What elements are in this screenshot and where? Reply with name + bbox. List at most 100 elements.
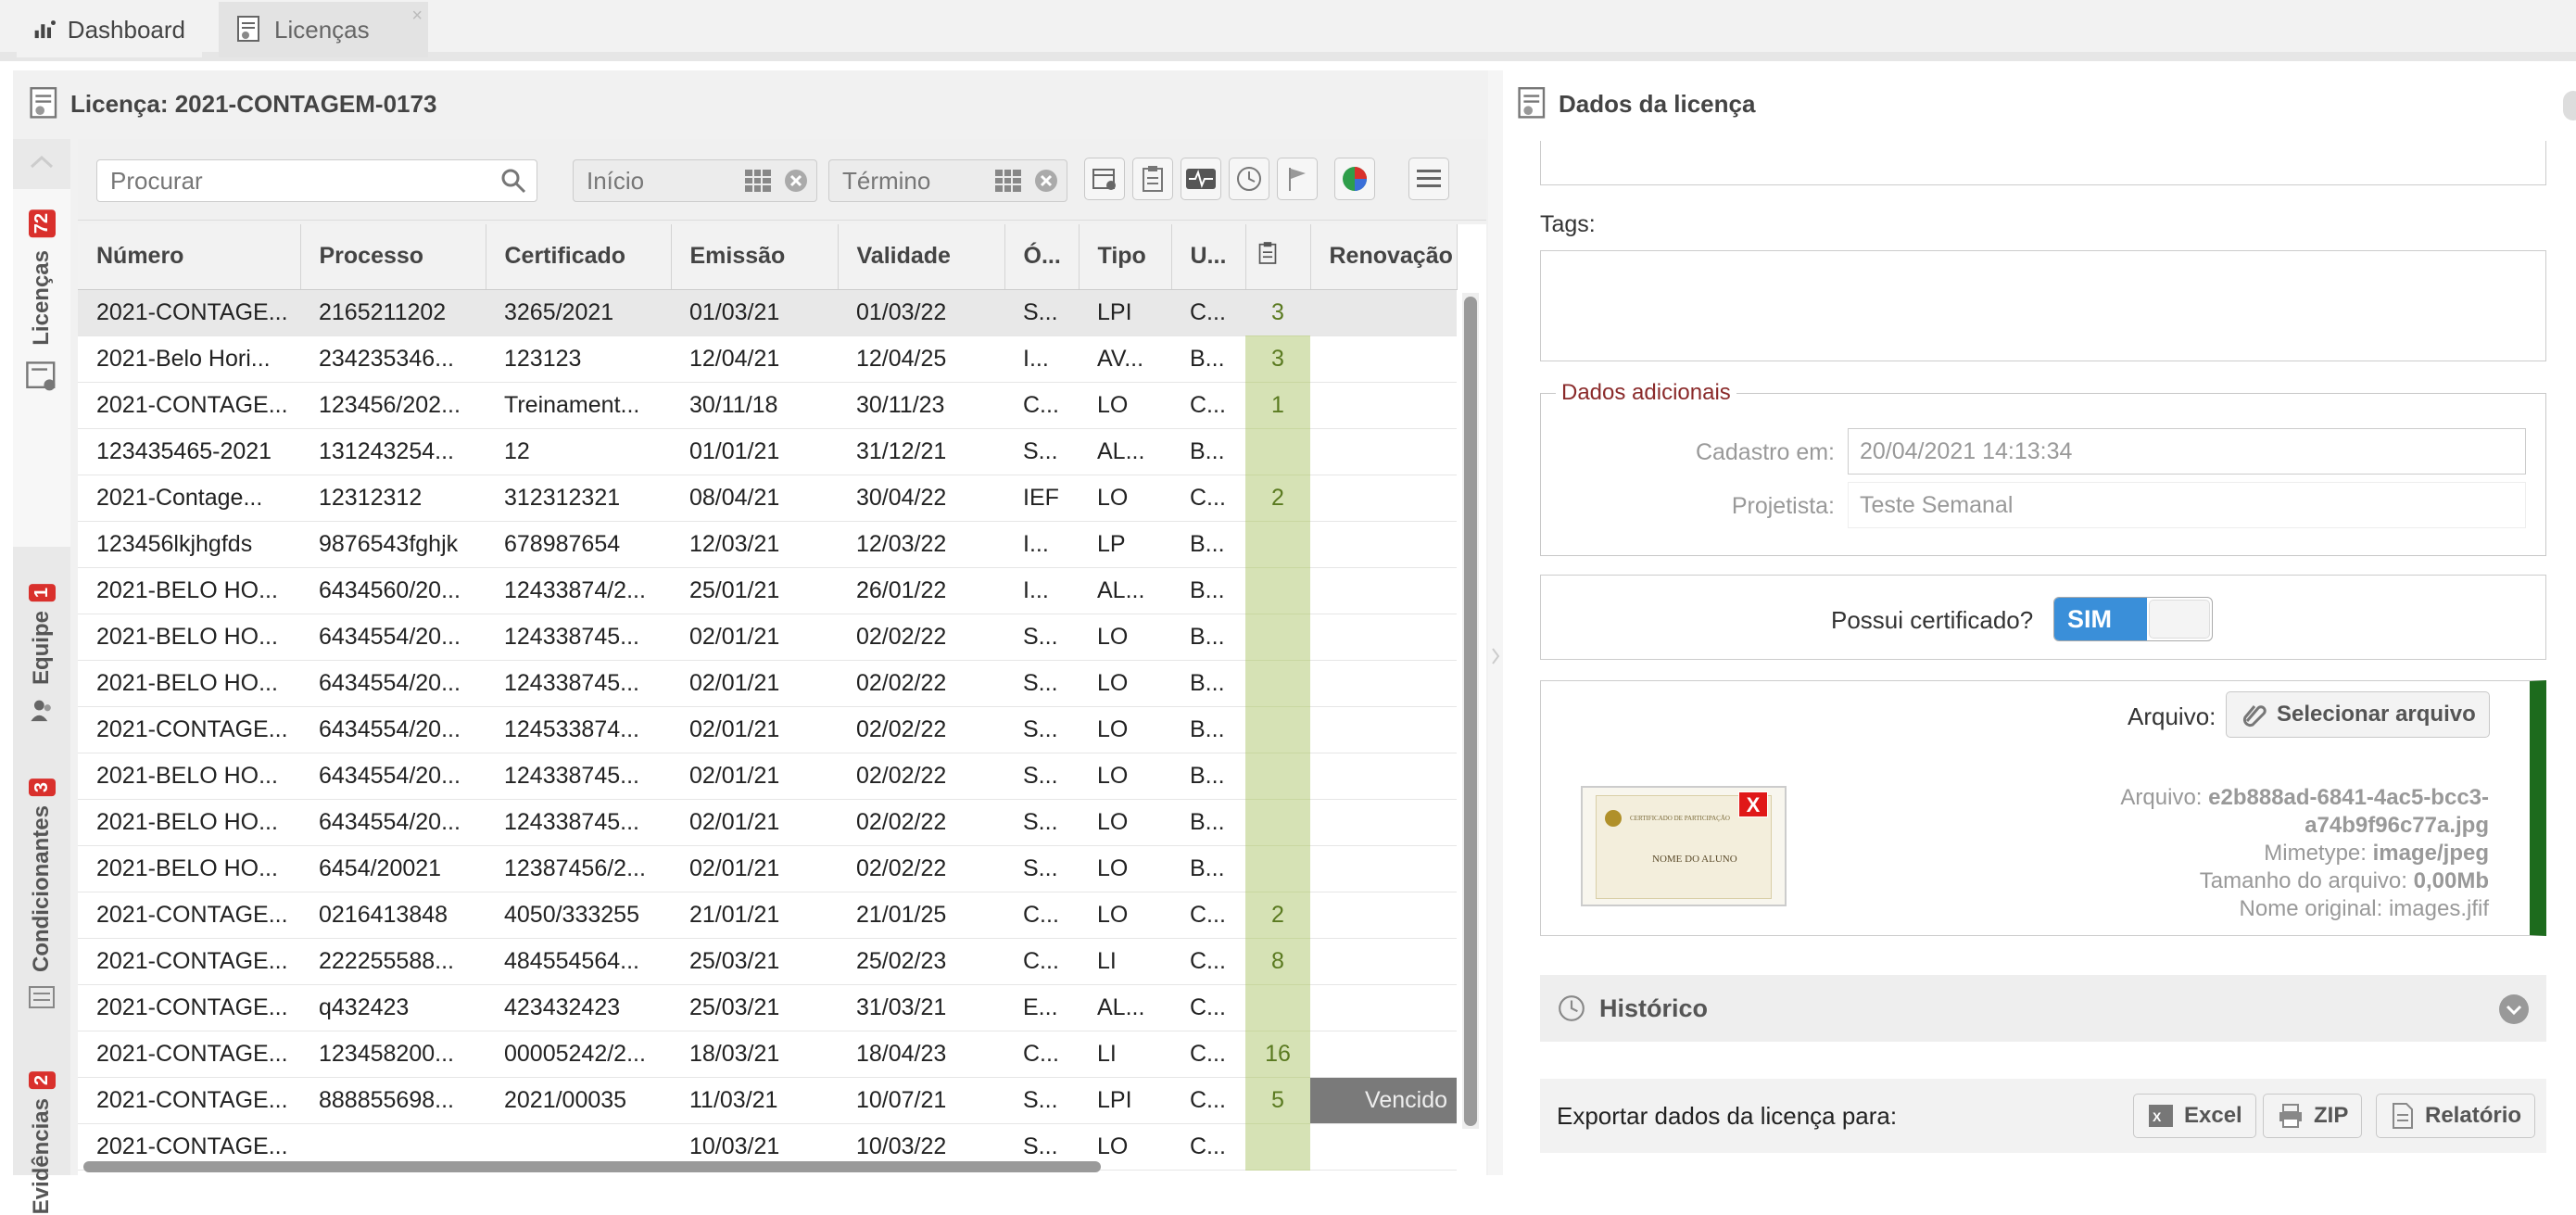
start-date-placeholder: Início bbox=[587, 166, 645, 195]
col-certificado[interactable]: Certificado bbox=[486, 224, 672, 290]
sidebar-item-equipe[interactable]: 1 Equipe bbox=[13, 436, 70, 723]
clear-icon[interactable] bbox=[783, 168, 809, 194]
nome-value: images.jfif bbox=[2388, 896, 2489, 921]
table-row[interactable]: 2021-Contage... 12312312 312312321 08/04/21… bbox=[78, 475, 1457, 522]
tab-dashboard[interactable]: Dashboard bbox=[17, 2, 202, 57]
table-cell: 2021-CONTAGE... bbox=[78, 984, 300, 1031]
calendar-filter-button[interactable] bbox=[1084, 158, 1125, 200]
table-row[interactable]: 2021-CONTAGE... 222255588... 484554564... 2… bbox=[78, 938, 1457, 985]
certificado-toggle[interactable]: SIM bbox=[2053, 597, 2213, 641]
panel-splitter[interactable] bbox=[1488, 70, 1503, 1175]
table-cell: 234235346... bbox=[300, 335, 486, 383]
table-row[interactable]: 123456lkjhgfds 9876543fghjk 678987654 12/03… bbox=[78, 521, 1457, 568]
export-zip-button[interactable]: ZIP bbox=[2263, 1094, 2363, 1138]
top-tab-bar: Dashboard Licenças × bbox=[0, 0, 2576, 61]
table-row[interactable]: 2021-Belo Hori... 234235346... 123123 12/04… bbox=[78, 335, 1457, 383]
chart-filter-button[interactable] bbox=[1334, 158, 1375, 200]
chevron-up-icon[interactable] bbox=[28, 152, 56, 171]
table-cell: LO bbox=[1079, 382, 1171, 429]
table-row[interactable]: 2021-BELO HO... 6434560/20... 12433874/2..… bbox=[78, 567, 1457, 614]
pie-chart-icon bbox=[1343, 167, 1367, 191]
table-cell: C... bbox=[1171, 938, 1245, 985]
table-row[interactable]: 2021-BELO HO... 6434554/20... 124338745...… bbox=[78, 660, 1457, 707]
table-row[interactable]: 2021-CONTAGE... 123458200... 00005242/2...… bbox=[78, 1031, 1457, 1078]
table-cell: LO bbox=[1079, 706, 1171, 753]
table-cell: 8 bbox=[1245, 938, 1310, 985]
col-orgao[interactable]: Ó... bbox=[1004, 224, 1080, 290]
col-validade[interactable]: Validade bbox=[838, 224, 1005, 290]
clock-filter-button[interactable] bbox=[1229, 158, 1269, 200]
select-file-button[interactable]: Selecionar arquivo bbox=[2226, 691, 2490, 738]
chevron-down-icon[interactable] bbox=[2498, 994, 2530, 1025]
col-processo[interactable]: Processo bbox=[300, 224, 486, 290]
description-field[interactable] bbox=[1540, 141, 2546, 185]
table-cell: 123456/202... bbox=[300, 382, 486, 429]
col-emissao[interactable]: Emissão bbox=[671, 224, 839, 290]
table-cell bbox=[1310, 1031, 1457, 1078]
table-cell: 3 bbox=[1245, 335, 1310, 383]
tab-licencas[interactable]: Licenças × bbox=[219, 2, 428, 57]
table-cell: 30/11/18 bbox=[671, 382, 838, 429]
horizontal-scrollbar[interactable] bbox=[83, 1161, 1101, 1172]
table-cell bbox=[1245, 706, 1310, 753]
table-row[interactable]: 2021-CONTAGE... 6434554/20... 124533874...… bbox=[78, 706, 1457, 753]
certificate-icon bbox=[30, 87, 57, 119]
table-cell: B... bbox=[1171, 706, 1245, 753]
calendar-grid-icon[interactable] bbox=[744, 169, 772, 193]
calendar-grid-icon[interactable] bbox=[994, 169, 1022, 193]
start-date-input[interactable]: Início bbox=[573, 159, 817, 202]
table-cell: Treinament... bbox=[486, 382, 671, 429]
file-thumbnail[interactable]: CERTIFICADO DE PARTICIPAÇÃO NOME DO ALUN… bbox=[1581, 786, 1787, 906]
tags-input[interactable] bbox=[1540, 250, 2546, 361]
close-tab-icon[interactable]: × bbox=[411, 6, 423, 27]
table-row[interactable]: 2021-CONTAGE... q432423 423432423 25/03/21 3… bbox=[78, 984, 1457, 1031]
table-row[interactable]: 2021-CONTAGE... 888855698... 2021/00035 11/… bbox=[78, 1077, 1457, 1124]
col-conditions[interactable] bbox=[1245, 224, 1311, 290]
table-row[interactable]: 2021-CONTAGE... 2165211202 3265/2021 01/03/… bbox=[78, 289, 1457, 336]
col-numero[interactable]: Número bbox=[78, 224, 301, 290]
table-cell: 10/07/21 bbox=[838, 1077, 1004, 1124]
table-cell: 2021-BELO HO... bbox=[78, 660, 300, 707]
table-row[interactable]: 2021-CONTAGE... 0216413848 4050/333255 21/0… bbox=[78, 892, 1457, 939]
table-row[interactable]: 2021-BELO HO... 6434554/20... 124338745...… bbox=[78, 753, 1457, 800]
table-cell bbox=[1245, 521, 1310, 568]
table-cell bbox=[1310, 335, 1457, 383]
table-row[interactable]: 123435465-2021 131243254... 12 01/01/21 31/1… bbox=[78, 428, 1457, 475]
search-icon[interactable] bbox=[499, 167, 527, 195]
col-tipo[interactable]: Tipo bbox=[1079, 224, 1172, 290]
end-date-placeholder: Término bbox=[842, 166, 931, 195]
clear-icon[interactable] bbox=[1033, 168, 1059, 194]
table-row[interactable]: 2021-CONTAGE... 123456/202... Treinament..… bbox=[78, 382, 1457, 429]
table-cell: 2021-BELO HO... bbox=[78, 799, 300, 846]
search-input[interactable]: Procurar bbox=[96, 159, 537, 202]
table-cell bbox=[1245, 753, 1310, 800]
flag-filter-button[interactable] bbox=[1277, 158, 1318, 200]
vertical-scrollbar[interactable] bbox=[1464, 297, 1477, 1126]
search-placeholder: Procurar bbox=[110, 166, 203, 195]
table-row[interactable]: 2021-BELO HO... 6434554/20... 124338745...… bbox=[78, 799, 1457, 846]
export-excel-button[interactable]: X Excel bbox=[2133, 1094, 2256, 1138]
col-renovacao[interactable]: Renovação bbox=[1310, 224, 1458, 290]
panel-toggle-icon[interactable] bbox=[2563, 91, 2576, 120]
col-unidade[interactable]: U... bbox=[1171, 224, 1246, 290]
seal-icon bbox=[1605, 810, 1622, 827]
menu-button[interactable] bbox=[1408, 158, 1449, 200]
table-row[interactable]: 2021-BELO HO... 6454/20021 12387456/2... 02… bbox=[78, 845, 1457, 892]
historico-section[interactable]: Histórico bbox=[1540, 975, 2546, 1042]
count-badge: 2 bbox=[28, 1071, 56, 1090]
table-cell: 2021-BELO HO... bbox=[78, 845, 300, 892]
table-cell bbox=[1310, 475, 1457, 522]
clipboard-filter-button[interactable] bbox=[1132, 158, 1173, 200]
table-cell: 312312321 bbox=[486, 475, 671, 522]
table-cell: IEF bbox=[1004, 475, 1079, 522]
remove-file-button[interactable]: X bbox=[1738, 791, 1768, 817]
export-relatorio-button[interactable]: Relatório bbox=[2376, 1094, 2536, 1138]
table-cell: 02/01/21 bbox=[671, 799, 838, 846]
activity-filter-button[interactable] bbox=[1181, 158, 1221, 200]
table-cell: 01/01/21 bbox=[671, 428, 838, 475]
table-cell: 2021-Belo Hori... bbox=[78, 335, 300, 383]
table-row[interactable]: 2021-BELO HO... 6434554/20... 124338745...… bbox=[78, 614, 1457, 661]
sidebar-item-evidencias[interactable]: 2 Evidências bbox=[13, 936, 70, 1215]
projetista-field: Teste Semanal bbox=[1848, 482, 2526, 528]
end-date-input[interactable]: Término bbox=[828, 159, 1067, 202]
